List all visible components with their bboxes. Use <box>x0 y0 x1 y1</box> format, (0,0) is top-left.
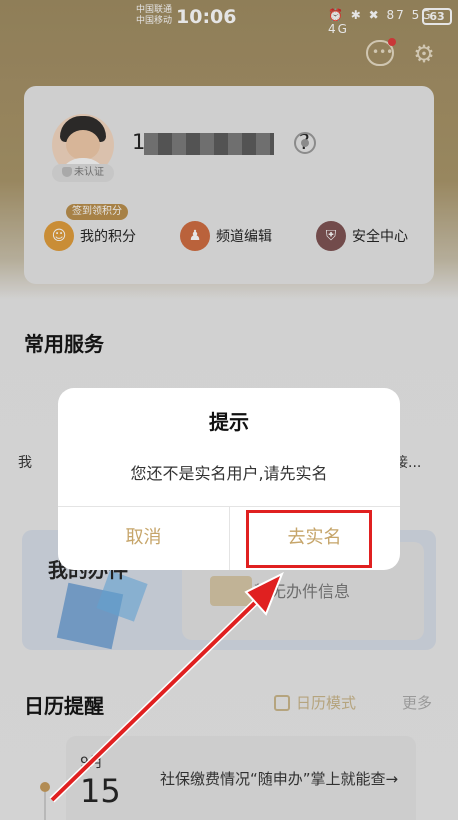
app-screen: 中国联通 中国移动 10:06 ⏰ ✱ ✖ 87 5G 4G 63 ••• ⚙ … <box>0 0 458 820</box>
pointer-arrow <box>49 571 284 803</box>
